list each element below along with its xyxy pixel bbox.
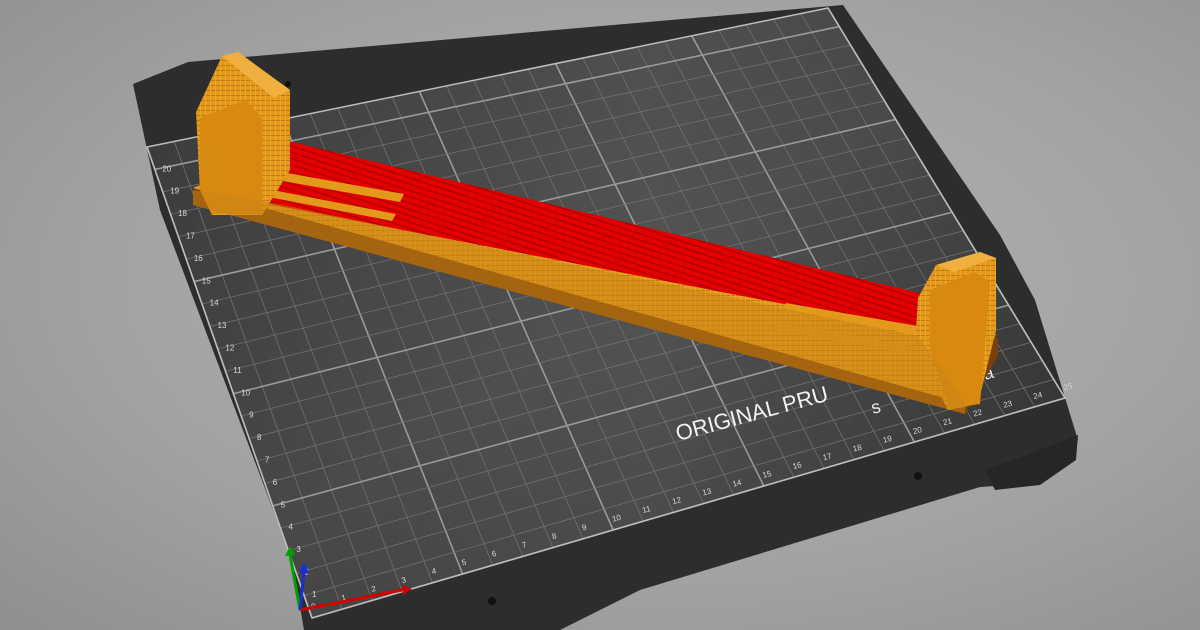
bed-screw-hole <box>914 472 922 480</box>
y-tick-label: 1 <box>312 590 317 599</box>
y-tick-label: 12 <box>225 343 234 352</box>
y-tick-label: 13 <box>218 321 227 330</box>
y-tick-label: 14 <box>210 299 219 308</box>
y-tick-label: 16 <box>194 254 203 263</box>
y-tick-label: 3 <box>296 545 301 554</box>
y-tick-label: 4 <box>288 523 293 532</box>
3d-viewport[interactable]: 0123456789101112131415161718192021222324… <box>0 0 1200 630</box>
y-tick-label: 6 <box>273 478 278 487</box>
y-tick-label: 15 <box>202 276 211 285</box>
y-tick-label: 9 <box>249 411 254 420</box>
y-tick-label: 19 <box>170 187 179 196</box>
y-tick-label: 18 <box>178 209 187 218</box>
y-tick-label: 11 <box>233 366 242 375</box>
y-tick-label: 17 <box>186 231 195 240</box>
y-tick-label: 7 <box>265 455 270 464</box>
y-tick-label: 10 <box>241 388 250 397</box>
y-tick-label: 5 <box>281 500 286 509</box>
y-tick-label: 20 <box>162 164 171 173</box>
y-tick-label: 8 <box>257 433 262 442</box>
x-tick-label: 25 <box>1062 381 1073 392</box>
bed-screw-hole <box>488 597 496 605</box>
bed-screw-hole <box>285 81 291 87</box>
